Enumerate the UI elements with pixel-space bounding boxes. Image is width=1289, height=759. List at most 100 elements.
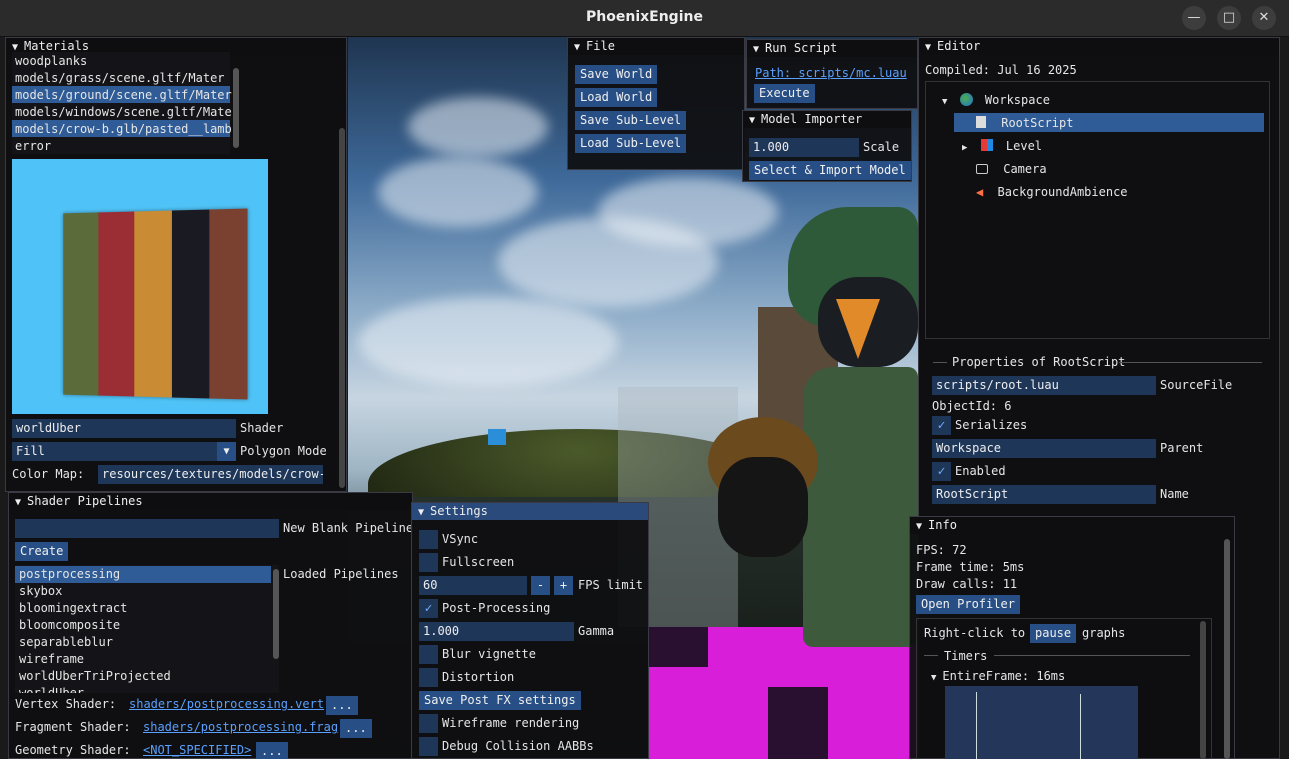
info-panel: ▼ Info FPS: 72 Frame time: 5ms Draw calls… xyxy=(909,516,1235,759)
pipelines-list[interactable]: postprocessing skybox bloomingextract bl… xyxy=(15,565,279,693)
windows-logo-icon xyxy=(488,429,506,445)
close-button[interactable]: ✕ xyxy=(1252,6,1276,30)
fps-readout: FPS: 72 xyxy=(916,543,967,557)
vsync-checkbox[interactable] xyxy=(419,530,438,549)
vertex-shader-link[interactable]: shaders/postprocessing.vert xyxy=(129,697,324,711)
list-item[interactable]: models/grass/scene.gltf/Mater xyxy=(15,71,225,85)
timers-label: Timers xyxy=(944,649,988,663)
list-item[interactable]: worldUber xyxy=(19,686,84,693)
list-item[interactable]: woodplanks xyxy=(15,54,87,68)
geometry-browse-button[interactable]: ... xyxy=(256,742,288,759)
fps-limit-input[interactable]: 60 xyxy=(419,576,527,595)
list-item[interactable]: bloomingextract xyxy=(19,601,127,615)
new-pipeline-label: New Blank Pipeline xyxy=(283,521,414,535)
pause-graphs-button[interactable]: pause xyxy=(1030,624,1077,643)
fragment-browse-button[interactable]: ... xyxy=(340,719,372,738)
chevron-down-icon[interactable]: ▼ xyxy=(217,442,236,461)
save-world-button[interactable]: Save World xyxy=(575,65,658,84)
open-profiler-button[interactable]: Open Profiler xyxy=(916,595,1020,614)
save-sublevel-button[interactable]: Save Sub-Level xyxy=(575,111,687,130)
chevron-down-icon[interactable]: ▼ xyxy=(942,97,947,107)
gamma-input[interactable]: 1.000 xyxy=(419,622,574,641)
entireframe-timer[interactable]: ▼ EntireFrame: 16ms xyxy=(931,669,1065,683)
collision-aabb-label: Debug Collision AABBs xyxy=(442,739,594,753)
load-world-button[interactable]: Load World xyxy=(575,88,658,107)
list-item[interactable]: models/windows/scene.gltf/Mate xyxy=(15,105,232,119)
sourcefile-input[interactable]: scripts/root.luau xyxy=(932,376,1156,395)
fps-increment-button[interactable]: + xyxy=(554,576,573,595)
settings-header[interactable]: ▼ Settings xyxy=(412,503,648,520)
blur-vignette-checkbox[interactable] xyxy=(419,645,438,664)
materials-panel-scrollbar[interactable] xyxy=(339,128,345,488)
postprocessing-checkbox[interactable]: ✓ xyxy=(419,599,438,618)
maximize-button[interactable]: □ xyxy=(1217,6,1241,30)
execute-button[interactable]: Execute xyxy=(754,84,815,103)
tree-item-camera[interactable]: Camera xyxy=(976,162,1047,176)
new-pipeline-input[interactable] xyxy=(15,519,279,538)
create-pipeline-button[interactable]: Create xyxy=(15,542,69,561)
tree-item-ambience[interactable]: ◀ BackgroundAmbience xyxy=(976,185,1128,199)
save-post-fx-button[interactable]: Save Post FX settings xyxy=(419,691,581,710)
run-script-header[interactable]: ▼ Run Script xyxy=(747,40,917,57)
list-item[interactable]: postprocessing xyxy=(19,567,120,581)
fps-limit-label: FPS limit xyxy=(578,578,644,592)
tree-item-workspace[interactable]: ▼ Workspace xyxy=(942,93,1050,107)
name-input[interactable]: RootScript xyxy=(932,485,1156,504)
collision-aabb-checkbox[interactable] xyxy=(419,737,438,756)
vertex-browse-button[interactable]: ... xyxy=(326,696,358,715)
materials-list[interactable]: woodplanks models/grass/scene.gltf/Mater… xyxy=(12,52,239,154)
import-model-button[interactable]: Select & Import Model xyxy=(749,161,911,180)
properties-header: Properties of RootScript xyxy=(952,355,1126,369)
scale-input[interactable]: 1.000 xyxy=(749,138,859,157)
color-map-input[interactable]: resources/textures/models/crow-b xyxy=(98,465,323,484)
info-header[interactable]: ▼ Info xyxy=(910,517,1234,534)
parent-label: Parent xyxy=(1160,441,1204,455)
file-header[interactable]: ▼ File xyxy=(568,38,744,55)
model-importer-header[interactable]: ▼ Model Importer xyxy=(743,111,911,128)
window-title: PhoenixEngine xyxy=(586,9,703,25)
serializes-checkbox[interactable]: ✓ xyxy=(932,416,951,435)
distortion-checkbox[interactable] xyxy=(419,668,438,687)
polygon-mode-select[interactable]: Fill ▼ xyxy=(12,442,236,461)
info-scrollbar[interactable] xyxy=(1224,539,1230,759)
tree-item-rootscript[interactable]: RootScript xyxy=(976,116,1073,130)
list-item[interactable]: skybox xyxy=(19,584,62,598)
wireframe-checkbox[interactable] xyxy=(419,714,438,733)
list-item[interactable]: models/crow-b.glb/pasted__lamb xyxy=(15,122,232,136)
loaded-pipelines-label: Loaded Pipelines xyxy=(283,567,399,581)
level-icon xyxy=(980,139,993,151)
pipelines-scrollbar[interactable] xyxy=(273,569,279,659)
list-item[interactable]: models/ground/scene.gltf/Mater xyxy=(15,88,232,102)
enabled-checkbox[interactable]: ✓ xyxy=(932,462,951,481)
list-item[interactable]: error xyxy=(15,139,51,153)
list-item[interactable]: bloomcomposite xyxy=(19,618,120,632)
script-icon xyxy=(976,116,986,128)
postprocessing-label: Post-Processing xyxy=(442,601,551,615)
fragment-shader-link[interactable]: shaders/postprocessing.frag xyxy=(143,720,338,734)
serializes-label: Serializes xyxy=(955,418,1028,432)
shader-input[interactable]: worldUber xyxy=(12,419,236,438)
run-script-panel: ▼ Run Script Path: scripts/mc.luau Execut… xyxy=(746,39,918,109)
fragment-shader-label: Fragment Shader: xyxy=(15,720,131,734)
tree-item-level[interactable]: ▶ Level xyxy=(962,139,1042,153)
list-item[interactable]: wireframe xyxy=(19,652,84,666)
list-item[interactable]: worldUberTriProjected xyxy=(19,669,171,683)
fps-decrement-button[interactable]: - xyxy=(531,576,550,595)
list-item[interactable]: separableblur xyxy=(19,635,113,649)
settings-panel: ▼ Settings VSync Fullscreen 60 - + FPS li… xyxy=(411,502,649,759)
chevron-right-icon[interactable]: ▶ xyxy=(962,143,967,153)
name-label: Name xyxy=(1160,487,1189,501)
shader-pipelines-header[interactable]: ▼ Shader Pipelines xyxy=(9,493,412,510)
script-path-link[interactable]: Path: scripts/mc.luau xyxy=(755,66,907,80)
fullscreen-checkbox[interactable] xyxy=(419,553,438,572)
minimize-button[interactable]: — xyxy=(1182,6,1206,30)
wireframe-label: Wireframe rendering xyxy=(442,716,580,730)
vsync-label: VSync xyxy=(442,532,479,546)
editor-header[interactable]: ▼ Editor xyxy=(919,38,1279,55)
enabled-label: Enabled xyxy=(955,464,1006,478)
parent-input[interactable]: Workspace xyxy=(932,439,1156,458)
geometry-shader-link[interactable]: <NOT_SPECIFIED> xyxy=(143,743,251,757)
hierarchy-tree[interactable]: ▼ Workspace RootScript ▶ Level Camera ◀ … xyxy=(925,81,1270,339)
materials-scrollbar[interactable] xyxy=(233,68,239,148)
load-sublevel-button[interactable]: Load Sub-Level xyxy=(575,134,687,153)
